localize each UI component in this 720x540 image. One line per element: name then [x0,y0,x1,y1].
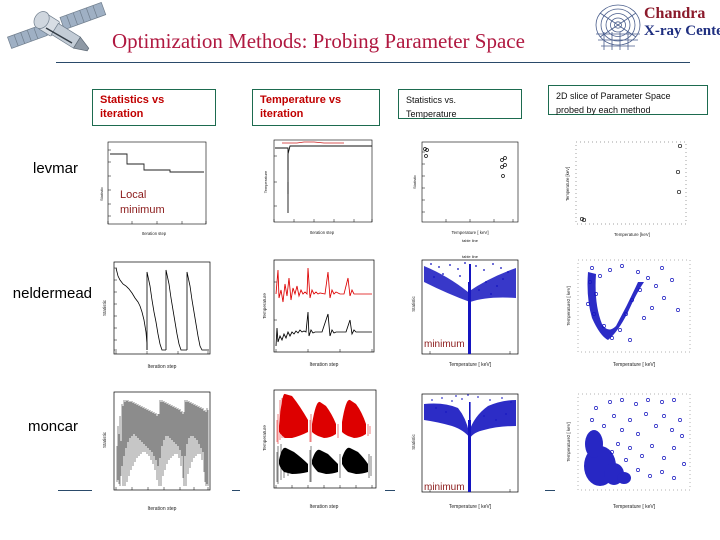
title-divider [56,62,690,63]
svg-text:Temperature [keV]: Temperature [keV] [614,232,650,237]
bottom-divider-dash [58,490,92,491]
svg-text:Temperature [ keV]: Temperature [ keV] [451,230,488,235]
column-header-label: 2D slice of Parameter Space probed by ea… [556,91,671,115]
plot-levmar-temperature-vs-iteration: Temperature Iteration step [252,134,378,242]
svg-text:Statistic: Statistic [102,431,107,448]
plot-neldermead-stat-vs-temperature: Statistic Temperature [ keV] table line [398,252,526,372]
column-header-temperature-vs-iteration: Temperature vs iteration [252,89,380,126]
plot-neldermead-temperature-vs-iteration: Temperature Iteration step [250,254,382,372]
column-header-2d-slice: 2D slice of Parameter Space probed by ea… [548,85,708,115]
svg-text:Iteration step: Iteration step [310,230,335,235]
column-header-label: Temperature vs iteration [260,94,342,120]
svg-text:table line: table line [462,254,479,259]
chandra-wordmark: Chandra [644,5,706,22]
svg-text:Temperature [keV]: Temperature [keV] [565,167,570,201]
svg-text:Iteration step: Iteration step [310,362,339,368]
row-label-moncar: moncar [27,418,78,435]
bottom-divider-dash [545,490,555,491]
plot-levmar-stat-vs-iteration: Statistic Iteration step [92,136,214,240]
svg-text:Iteration step: Iteration step [148,364,177,370]
plot-moncar-stat-vs-temperature: Statistic Temperature [ keV] [398,386,526,514]
chandra-satellite-icon [7,2,107,52]
svg-text:Temperature [ keV]: Temperature [ keV] [613,504,656,510]
column-header-statistics-vs-iteration: Statistics vs iteration [92,89,216,126]
svg-text:Statistic: Statistic [411,434,416,450]
svg-text:Statistic: Statistic [99,187,104,201]
column-header-statistics-vs-temperature: Statistics vs. Temperature [398,89,522,119]
svg-text:Statistic: Statistic [102,299,107,316]
plot-moncar-temperature-vs-iteration: Temperature Iteration step [248,384,384,514]
svg-text:Iteration step: Iteration step [310,504,339,510]
plot-neldermead-stat-vs-iteration: Statistic Iteration step [92,256,218,372]
slide-canvas: Chandra X-ray Center Optimization Method… [0,0,720,540]
plot-moncar-parameter-slice: Temperature2 [ keV] Temperature [ keV] [552,386,704,514]
plot-neldermead-parameter-slice: Temperature2 [ keV] Temperature [ keV] [552,252,704,372]
svg-text:Iteration step: Iteration step [148,506,177,512]
bottom-divider-dash [232,490,240,491]
plot-levmar-stat-vs-temperature: Statistic Temperature [ keV] table line [398,134,526,246]
svg-text:Statistic: Statistic [411,296,416,312]
xray-center-wordmark: X-ray Center [644,23,720,39]
svg-text:table line: table line [462,238,479,243]
plot-moncar-stat-vs-iteration: Statistic Iteration step [92,386,218,516]
svg-text:Temperature2 [ keV]: Temperature2 [ keV] [566,286,571,326]
row-label-levmar: levmar [32,160,78,177]
svg-text:Temperature2 [ keV]: Temperature2 [ keV] [566,422,571,462]
svg-text:Statistic: Statistic [412,175,417,189]
row-label-neldermead: neldermead [12,285,92,302]
svg-text:Temperature: Temperature [262,425,267,451]
svg-text:Temperature [ keV]: Temperature [ keV] [449,362,492,368]
svg-text:Temperature: Temperature [263,170,268,193]
svg-text:Temperature [ keV]: Temperature [ keV] [613,362,656,368]
svg-text:Temperature: Temperature [262,293,267,319]
plot-levmar-parameter-slice: Temperature [keV] Temperature [keV] [552,134,702,246]
column-header-label: Statistics vs iteration [100,94,165,120]
column-header-label: Statistics vs. Temperature [406,95,457,119]
page-title: Optimization Methods: Probing Parameter … [112,29,525,53]
svg-text:Temperature [ keV]: Temperature [ keV] [449,504,492,510]
bottom-divider-dash [385,490,395,491]
svg-text:Iteration step: Iteration step [142,231,167,236]
